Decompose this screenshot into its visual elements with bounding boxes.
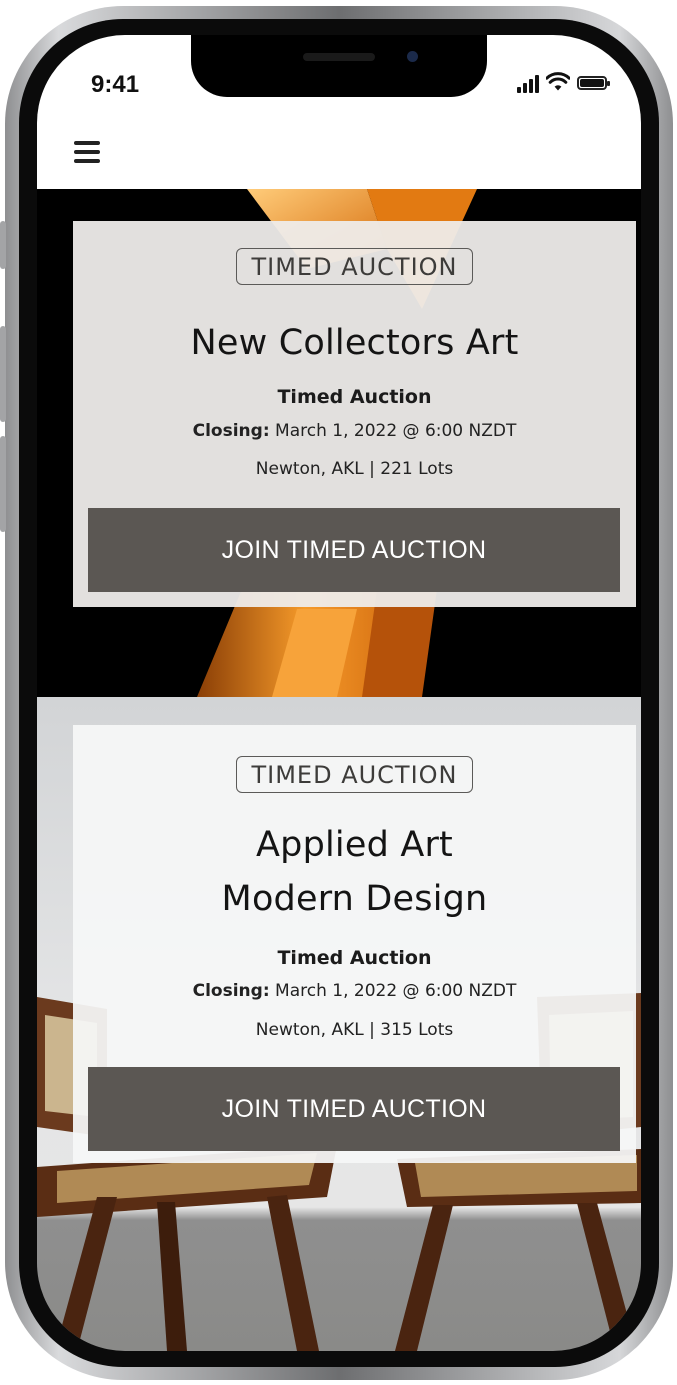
hamburger-menu-icon[interactable] [74,141,100,163]
status-bar: 9:41 [37,35,641,119]
silent-switch [0,221,6,269]
speaker [303,53,375,61]
auction-card: TIMED AUCTION Applied Art Modern Design … [73,725,636,1163]
nav-bar [37,119,641,189]
wifi-icon [546,72,570,91]
closing-date: March 1, 2022 @ 6:00 NZDT [275,981,517,1001]
screen: 9:41 TIMED AUCTION New Collectors Art Ti… [37,35,641,1351]
auction-closing: Closing: March 1, 2022 @ 6:00 NZDT [73,421,636,441]
status-time: 9:41 [91,71,140,98]
auction-location-lots: Newton, AKL | 315 Lots [255,1020,454,1040]
auction-subtitle: Timed Auction [277,947,432,969]
auction-hero-2: TIMED AUCTION Applied Art Modern Design … [37,697,641,1351]
volume-down-button [0,436,6,532]
join-auction-button[interactable]: JOIN TIMED AUCTION [88,508,620,592]
auction-type-badge: TIMED AUCTION [236,756,473,793]
auction-closing: Closing: March 1, 2022 @ 6:00 NZDT [73,981,636,1001]
signal-icon [517,75,541,93]
closing-label: Closing: [192,421,270,441]
auction-location-lots: Newton, AKL | 221 Lots [255,459,454,479]
auction-hero-1: TIMED AUCTION New Collectors Art Timed A… [37,189,641,697]
auction-type-badge: TIMED AUCTION [236,248,473,285]
battery-icon [577,76,610,90]
auction-subtitle: Timed Auction [277,386,432,408]
notch [191,35,487,97]
auction-title: New Collectors Art [190,323,519,363]
join-auction-button[interactable]: JOIN TIMED AUCTION [88,1067,620,1151]
closing-label: Closing: [192,981,270,1001]
auction-card: TIMED AUCTION New Collectors Art Timed A… [73,221,636,607]
auction-title-line-1: Applied Art [256,825,453,865]
phone-frame: 9:41 TIMED AUCTION New Collectors Art Ti… [0,6,673,1380]
closing-date: March 1, 2022 @ 6:00 NZDT [275,421,517,441]
volume-up-button [0,326,6,422]
auction-title-line-2: Modern Design [221,879,488,919]
camera [407,51,418,62]
